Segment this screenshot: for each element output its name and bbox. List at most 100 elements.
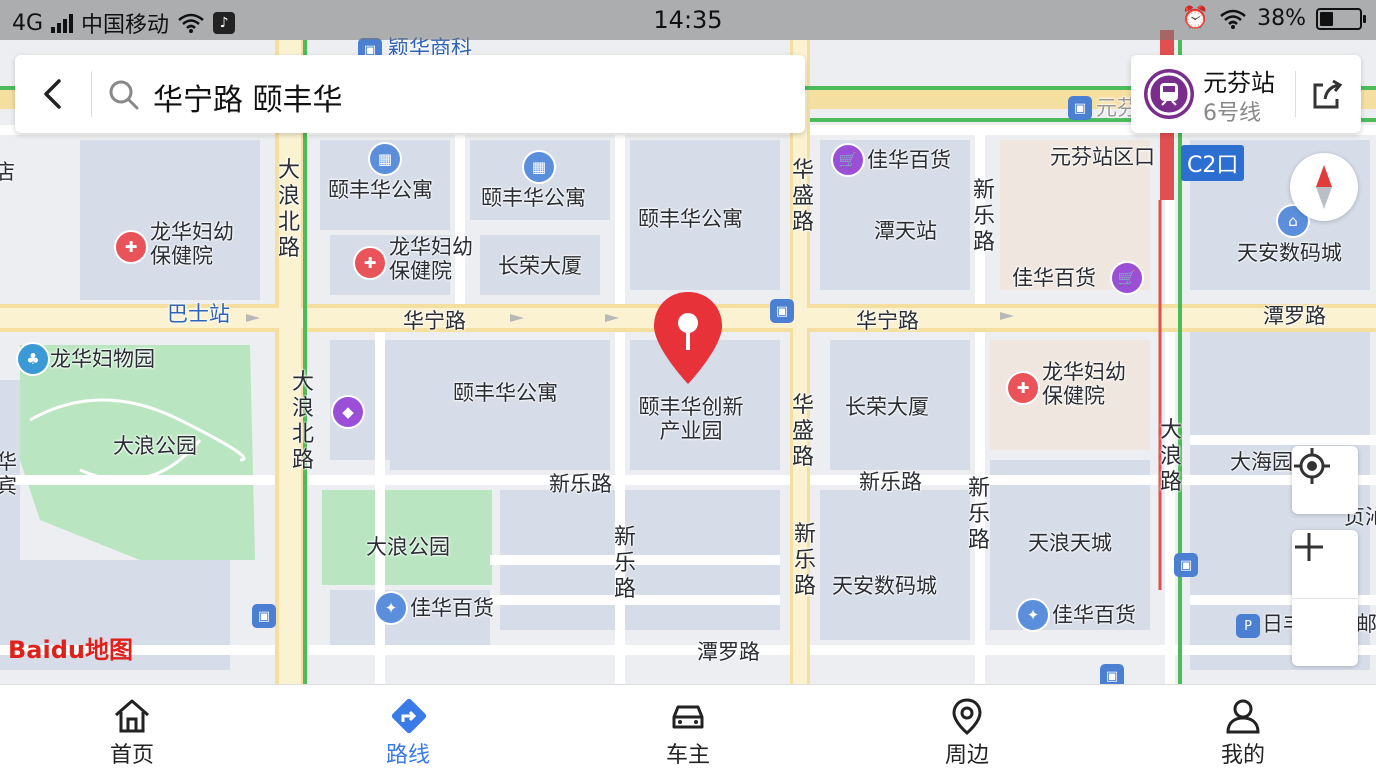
place-label[interactable]: 天安数码城 (832, 574, 937, 598)
tab-label: 首页 (109, 743, 154, 768)
tab-route[interactable]: 路线 (338, 685, 478, 769)
road-label: 新乐路 (972, 178, 995, 255)
bus-stop-icon[interactable]: ▣ (1174, 553, 1198, 577)
road-label: 新乐路 (549, 472, 612, 496)
compass-button[interactable] (1290, 153, 1358, 221)
red-pin-icon (654, 292, 722, 384)
locate-button[interactable] (1292, 446, 1358, 514)
compass-icon (1316, 165, 1332, 209)
edge-label: 华宾 (0, 450, 17, 498)
divider (91, 71, 92, 117)
road-label: 华宁路 (856, 309, 919, 333)
tab-label: 车主 (665, 743, 710, 768)
destination-label[interactable]: 颐丰华创新产业园 (631, 395, 751, 443)
place-label[interactable]: 佳华百货 (410, 596, 494, 620)
person-icon (1226, 699, 1260, 734)
battery-icon (1316, 7, 1366, 30)
place-label[interactable]: 佳华百货 (1012, 266, 1096, 290)
tab-label: 路线 (385, 743, 430, 768)
shopping-cart-icon[interactable]: 🛒 (833, 145, 863, 175)
bus-stop-icon[interactable]: ▣ (1100, 664, 1124, 684)
building-icon[interactable]: ▦ (524, 152, 554, 182)
shopping-cart-icon[interactable]: 🛒 (1112, 263, 1142, 293)
alarm-icon: ⏰ (1181, 6, 1210, 31)
place-label[interactable]: 龙华妇物园 (50, 347, 155, 371)
road-label: 新乐路 (613, 525, 636, 602)
location-pin-icon (952, 698, 982, 735)
hospital-icon[interactable]: ✚ (355, 248, 385, 278)
divider (1295, 71, 1296, 117)
bus-stop-icon[interactable]: ▣ (770, 299, 794, 323)
place-label[interactable]: 颐丰华公寓 (328, 178, 433, 202)
place-label[interactable]: 龙华妇幼保健院 (1042, 360, 1138, 408)
shopping-bag-icon[interactable]: ✦ (1018, 600, 1048, 630)
bottom-tab-bar: 首页 路线 车主 周边 我的 (0, 684, 1376, 769)
road-label: 潭罗路 (697, 640, 760, 664)
clock: 14:35 (653, 6, 723, 34)
place-label[interactable]: 大浪公园 (113, 434, 197, 458)
home-icon (115, 699, 149, 733)
road-label: 新乐路 (967, 476, 990, 553)
search-bar[interactable]: 华宁路 颐丰华 (15, 55, 805, 133)
place-label[interactable]: 长荣大厦 (498, 254, 582, 278)
place-label[interactable]: 潭天站 (874, 219, 937, 243)
back-arrow-icon[interactable] (35, 75, 73, 113)
shopping-bag-icon[interactable]: ✦ (376, 593, 406, 623)
road-label: 华宁路 (403, 309, 466, 333)
place-label[interactable]: 颐丰华公寓 (481, 186, 586, 210)
bus-stop-icon[interactable]: ▣ (1068, 96, 1092, 120)
place-label[interactable]: 元芬站区口 (1050, 145, 1155, 169)
search-icon (109, 80, 139, 110)
baidu-logo-text: Baidu地图 (8, 636, 133, 664)
road-label: 大浪路 (1159, 418, 1182, 495)
park-icon[interactable]: ♣ (18, 344, 48, 374)
tab-home[interactable]: 首页 (62, 685, 202, 769)
tab-nearby[interactable]: 周边 (897, 685, 1037, 769)
place-label[interactable]: 颐丰华公寓 (453, 381, 558, 405)
place-label[interactable]: 大海园 (1230, 450, 1293, 474)
station-name: 元芬站 (1203, 69, 1275, 97)
road-label: 华盛路 (791, 158, 814, 235)
tab-me[interactable]: 我的 (1173, 685, 1313, 769)
road-label: 潭罗路 (1263, 304, 1326, 328)
search-query[interactable]: 华宁路 颐丰华 (153, 75, 343, 119)
place-label[interactable]: 巴士站 (167, 302, 230, 326)
zoom-out-button[interactable] (1292, 545, 1358, 667)
place-label[interactable]: 大浪公园 (366, 535, 450, 559)
battery-percent: 38% (1257, 6, 1306, 31)
wifi-icon (1220, 9, 1246, 29)
station-card[interactable]: 元芬站 6号线 (1131, 55, 1361, 133)
tab-label: 周边 (944, 743, 989, 768)
place-label[interactable]: 佳华百货 (867, 148, 951, 172)
place-label[interactable]: 颐丰华公寓 (638, 207, 743, 231)
crosshair-icon (1294, 448, 1330, 484)
edge-label: 邮 (1356, 612, 1376, 636)
place-label[interactable]: 佳华百货 (1052, 603, 1136, 627)
shop-icon[interactable]: ◆ (333, 397, 363, 427)
place-label[interactable]: 长荣大厦 (845, 395, 929, 419)
parking-icon[interactable]: P (1236, 614, 1260, 638)
route-icon (391, 698, 427, 734)
car-icon (672, 705, 704, 729)
road-label: 新乐路 (859, 470, 922, 494)
place-label[interactable]: 天安数码城 (1237, 241, 1342, 265)
road-label: 新乐路 (793, 522, 816, 599)
road-label: 大浪北路 (277, 158, 300, 261)
share-icon[interactable] (1309, 77, 1345, 113)
road-label: 大浪北路 (291, 370, 314, 473)
building-icon[interactable]: ▦ (370, 144, 400, 174)
edge-label: 店 (0, 160, 15, 184)
location-pin[interactable] (650, 290, 726, 386)
bus-stop-icon[interactable]: ▣ (252, 604, 276, 628)
place-label[interactable]: 天浪天城 (1028, 531, 1112, 555)
tab-car-owner[interactable]: 车主 (618, 685, 758, 769)
hospital-icon[interactable]: ✚ (1008, 373, 1038, 403)
hospital-icon[interactable]: ✚ (116, 232, 146, 262)
status-bar: 4G 中国移动 ♪ 14:35 ⏰ 38% (0, 0, 1376, 40)
tab-label: 我的 (1220, 743, 1265, 768)
metro-exit-label[interactable]: C2口 (1181, 145, 1245, 181)
place-label[interactable]: 龙华妇幼保健院 (389, 235, 485, 283)
baidu-map-logo: Baidu地图 (8, 630, 133, 665)
station-line: 6号线 (1203, 101, 1261, 126)
place-label[interactable]: 龙华妇幼保健院 (150, 220, 246, 268)
